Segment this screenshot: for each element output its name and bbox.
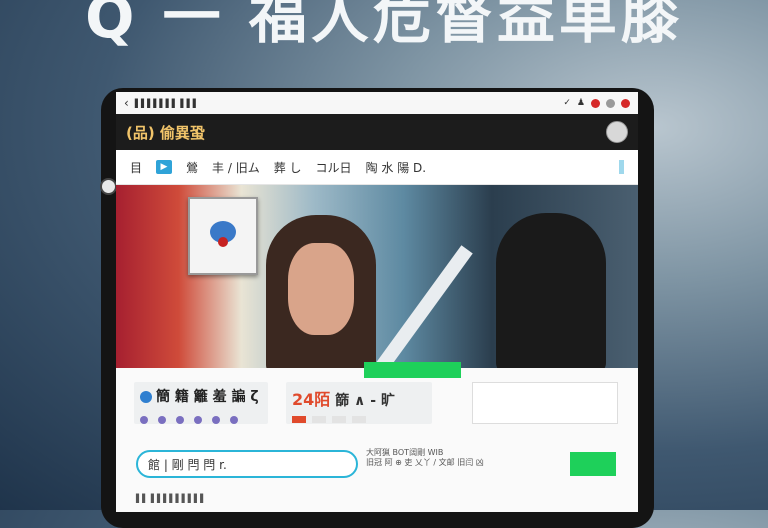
info-block: 大阿猟 BOT阔剛 WIB 旧冠 阿 ⊕ 吏 乂丫 / 文邮 旧闫 凶	[366, 448, 566, 478]
nav-item-1[interactable]: 鶯	[186, 159, 198, 176]
headline-text: Q 一 福人危督益单膝	[85, 0, 683, 51]
hero-image[interactable]	[116, 185, 638, 368]
person-icon: ♟	[576, 98, 585, 108]
empty-card[interactable]	[472, 382, 618, 424]
green-button[interactable]	[570, 452, 616, 476]
search-value: 館 | 剛 閂 閂 r.	[148, 457, 227, 472]
person-figure-2	[496, 213, 606, 368]
app-title: (品) 偷異蛩	[126, 123, 205, 142]
green-tab[interactable]	[364, 362, 461, 378]
panel-mid-tags	[292, 416, 426, 423]
poster-card	[188, 197, 258, 275]
record-icon	[591, 98, 600, 108]
panel-mid-text: 篩 ∧ - 旷	[335, 393, 395, 409]
play-icon[interactable]: ▶	[156, 160, 173, 174]
panel-left-icons	[140, 416, 262, 424]
info-line-1: 大阿猟 BOT阔剛 WIB	[366, 448, 444, 457]
nav-item-menu[interactable]: 目	[130, 159, 142, 176]
nav-item-3[interactable]: 葬 し	[274, 159, 302, 176]
circle-icon	[606, 98, 615, 108]
feature-panel-mid[interactable]: 24陌 篩 ∧ - 旷	[286, 382, 432, 424]
battery-icon	[619, 160, 624, 174]
car-pillar	[373, 245, 473, 368]
nav-item-4[interactable]: コル日	[316, 159, 352, 176]
status-text: ▌▌▌▌▌▌▌ ▌▌▌	[134, 98, 199, 108]
feature-panel-left[interactable]: 簡 籍 籬 羞 諞 ζ	[134, 382, 268, 424]
content-area: 簡 籍 籬 羞 諞 ζ 24陌 篩 ∧ - 旷 館 | 剛 閂 閂 r. 大阿猟…	[116, 362, 638, 512]
avatar[interactable]	[606, 121, 628, 143]
check-icon: ✓	[563, 98, 571, 108]
info-icon	[140, 391, 152, 403]
side-button[interactable]	[100, 178, 117, 195]
nav-item-5[interactable]: 陶 水 陽 D.	[366, 159, 427, 176]
panel-left-text: 簡 籍 籬 羞 諞 ζ	[156, 389, 259, 405]
app-screen: ‹ ▌▌▌▌▌▌▌ ▌▌▌ ✓ ♟ (品) 偷異蛩 目 ▶ 鶯 丰 / 旧ム 葬…	[116, 92, 638, 512]
nav-bar: 目 ▶ 鶯 丰 / 旧ム 葬 し コル日 陶 水 陽 D.	[116, 150, 638, 185]
info-line-2: 旧冠 阿 ⊕ 吏 乂丫 / 文邮 旧闫 凶	[366, 458, 484, 467]
bottom-text: ▌▌ ▌▌▌▌▌▌▌▌▌	[136, 494, 207, 503]
app-header: (品) 偷異蛩	[116, 114, 638, 150]
panel-mid-number: 24陌	[292, 390, 331, 409]
nav-item-2[interactable]: 丰 / 旧ム	[212, 159, 260, 176]
person-face	[288, 243, 354, 335]
moon-icon	[621, 98, 630, 108]
back-icon[interactable]: ‹	[124, 96, 129, 110]
status-bar: ‹ ▌▌▌▌▌▌▌ ▌▌▌ ✓ ♟	[116, 92, 638, 114]
search-input[interactable]: 館 | 剛 閂 閂 r.	[136, 450, 358, 478]
